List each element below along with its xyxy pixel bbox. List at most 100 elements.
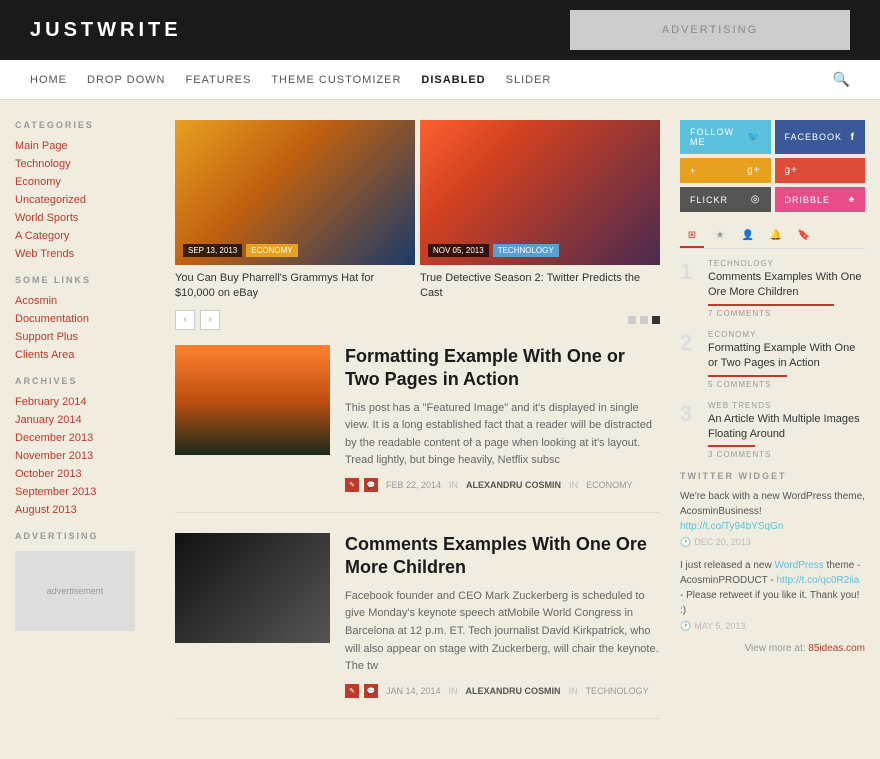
nav-features[interactable]: FEATURES xyxy=(185,74,251,86)
slider-2-label: NOV 05, 2013 TECHNOLOGY xyxy=(428,244,559,257)
flickr-icon: ◎ xyxy=(751,194,761,205)
popular-title-3[interactable]: An Article With Multiple Images Floating… xyxy=(708,412,865,443)
gplus-label: + xyxy=(690,166,696,176)
some-links-title: SOME LINKS xyxy=(15,275,155,285)
facebook-button[interactable]: FACEBOOK f xyxy=(775,120,866,154)
article-2: Comments Examples With One Ore More Chil… xyxy=(175,533,660,719)
twitter-button[interactable]: FOLLOW ME 🐦 xyxy=(680,120,771,154)
tweet-2-link[interactable]: http://t.co/qc0R2iia xyxy=(777,575,860,586)
article-1-comment-icon: 💬 xyxy=(364,478,378,492)
nav-theme-customizer[interactable]: THEME CUSTOMIZER xyxy=(271,74,401,86)
article-2-excerpt: Facebook founder and CEO Mark Zuckerberg… xyxy=(345,588,660,676)
sidebar-cat-uncategorized[interactable]: Uncategorized xyxy=(15,194,155,206)
article-2-icons: ✎ 💬 xyxy=(345,684,378,698)
popular-num-1: 1 xyxy=(680,259,700,285)
slider-dot-1[interactable] xyxy=(628,316,636,324)
flickr-label: FLICKR xyxy=(690,195,728,205)
sidebar-link-clients-area[interactable]: Clients Area xyxy=(15,349,155,361)
tweet-1-link[interactable]: http://t.co/Ty94bYSqGn xyxy=(680,521,783,532)
article-1-category[interactable]: ECONOMY xyxy=(586,480,633,490)
slider-images: SEP 13, 2013 ECONOMY NOV 05, 2013 TECHNO… xyxy=(175,120,660,265)
tab-bookmark[interactable]: 🔖 xyxy=(792,224,816,248)
article-1-edit-icon: ✎ xyxy=(345,478,359,492)
nav-disabled[interactable]: DISABLED xyxy=(421,74,485,86)
tab-star[interactable]: ★ xyxy=(708,224,732,248)
sidebar-ad-block: advertisement xyxy=(15,551,135,631)
gplus2-icon: g+ xyxy=(785,165,798,176)
archive-sep-2013[interactable]: September 2013 xyxy=(15,486,155,498)
main-container: CATEGORIES Main Page Technology Economy … xyxy=(5,120,875,739)
slider-1-category: ECONOMY xyxy=(246,244,297,257)
article-2-title[interactable]: Comments Examples With One Ore More Chil… xyxy=(345,533,660,580)
popular-item-3: 3 WEB TRENDS An Article With Multiple Im… xyxy=(680,401,865,460)
facebook-icon: f xyxy=(851,132,855,143)
article-1-author: ALEXANDRU COSMIN xyxy=(466,480,561,490)
slider-title-1[interactable]: You Can Buy Pharrell's Grammys Hat for $… xyxy=(175,271,415,302)
nav-slider[interactable]: SLIDER xyxy=(506,74,552,86)
dribble-button[interactable]: DRIBBLE ♠ xyxy=(775,187,866,212)
archive-aug-2013[interactable]: August 2013 xyxy=(15,504,155,516)
slider-1-date: SEP 13, 2013 xyxy=(183,244,242,257)
sidebar-cat-technology[interactable]: Technology xyxy=(15,158,155,170)
article-2-category[interactable]: TECHNOLOGY xyxy=(586,686,649,696)
popular-bar-1 xyxy=(708,304,834,306)
article-1-title[interactable]: Formatting Example With One or Two Pages… xyxy=(345,345,660,392)
sidebar-cat-economy[interactable]: Economy xyxy=(15,176,155,188)
nav-dropdown[interactable]: DROP DOWN xyxy=(87,74,165,86)
tweet-1-date: 🕐 DEC 20, 2013 xyxy=(680,536,865,550)
slider-navigation: ‹ › xyxy=(175,310,660,330)
sidebar-link-documentation[interactable]: Documentation xyxy=(15,313,155,325)
header: JUSTWRITE ADVERTISING xyxy=(0,0,880,60)
nav-home[interactable]: HOME xyxy=(30,74,67,86)
popular-cat-1: TECHNOLOGY xyxy=(708,259,865,268)
sidebar-cat-world-sports[interactable]: World Sports xyxy=(15,212,155,224)
twitter-icon: 🐦 xyxy=(747,132,760,143)
gplus-icon: g+ xyxy=(747,165,760,176)
article-2-meta: ✎ 💬 JAN 14, 2014 IN ALEXANDRU COSMIN IN … xyxy=(345,684,660,698)
slider-image-2: NOV 05, 2013 TECHNOLOGY xyxy=(420,120,660,265)
article-1-excerpt: This post has a "Featured Image" and it'… xyxy=(345,400,660,470)
search-icon[interactable]: 🔍 xyxy=(833,71,850,88)
slider-dot-3[interactable] xyxy=(652,316,660,324)
view-more-link[interactable]: 85ideas.com xyxy=(808,643,865,654)
archive-feb-2014[interactable]: February 2014 xyxy=(15,396,155,408)
popular-cat-3: WEB TRENDS xyxy=(708,401,865,410)
slider-1-label: SEP 13, 2013 ECONOMY xyxy=(183,244,298,257)
tab-bell[interactable]: 🔔 xyxy=(764,224,788,248)
article-2-comment-icon: 💬 xyxy=(364,684,378,698)
gplus-button[interactable]: + g+ xyxy=(680,158,771,183)
slider-title-2[interactable]: True Detective Season 2: Twitter Predict… xyxy=(420,271,660,302)
flickr-button[interactable]: FLICKR ◎ xyxy=(680,187,771,212)
sidebar-link-acosmin[interactable]: Acosmin xyxy=(15,295,155,307)
left-sidebar: CATEGORIES Main Page Technology Economy … xyxy=(15,120,155,739)
tweet-2-date: 🕐 MAY 5, 2013 xyxy=(680,620,865,634)
archive-nov-2013[interactable]: November 2013 xyxy=(15,450,155,462)
slider-next-button[interactable]: › xyxy=(200,310,220,330)
sidebar-cat-main-page[interactable]: Main Page xyxy=(15,140,155,152)
categories-title: CATEGORIES xyxy=(15,120,155,130)
gplus2-button[interactable]: g+ xyxy=(775,158,866,183)
slider-caption-2: True Detective Season 2: Twitter Predict… xyxy=(420,265,660,302)
archive-jan-2014[interactable]: January 2014 xyxy=(15,414,155,426)
popular-title-2[interactable]: Formatting Example With One or Two Pages… xyxy=(708,341,865,372)
featured-slider: SEP 13, 2013 ECONOMY NOV 05, 2013 TECHNO… xyxy=(175,120,660,330)
slider-dot-2[interactable] xyxy=(640,316,648,324)
slider-image-1: SEP 13, 2013 ECONOMY xyxy=(175,120,415,265)
slider-2-category: TECHNOLOGY xyxy=(493,244,559,257)
popular-bar-2 xyxy=(708,375,787,377)
sidebar-cat-web-trends[interactable]: Web Trends xyxy=(15,248,155,260)
tab-grid[interactable]: ⊞ xyxy=(680,224,704,248)
archive-dec-2013[interactable]: December 2013 xyxy=(15,432,155,444)
tweet-2-wp-link[interactable]: WordPress xyxy=(775,560,824,571)
tab-person[interactable]: 👤 xyxy=(736,224,760,248)
popular-body-1: TECHNOLOGY Comments Examples With One Or… xyxy=(708,259,865,318)
twitter-label: FOLLOW ME xyxy=(690,127,747,147)
slider-arrows: ‹ › xyxy=(175,310,220,330)
slider-prev-button[interactable]: ‹ xyxy=(175,310,195,330)
archive-oct-2013[interactable]: October 2013 xyxy=(15,468,155,480)
sidebar-cat-a-category[interactable]: A Category xyxy=(15,230,155,242)
sidebar-link-support-plus[interactable]: Support Plus xyxy=(15,331,155,343)
article-1-body: Formatting Example With One or Two Pages… xyxy=(345,345,660,492)
article-2-edit-icon: ✎ xyxy=(345,684,359,698)
popular-title-1[interactable]: Comments Examples With One Ore More Chil… xyxy=(708,270,865,301)
